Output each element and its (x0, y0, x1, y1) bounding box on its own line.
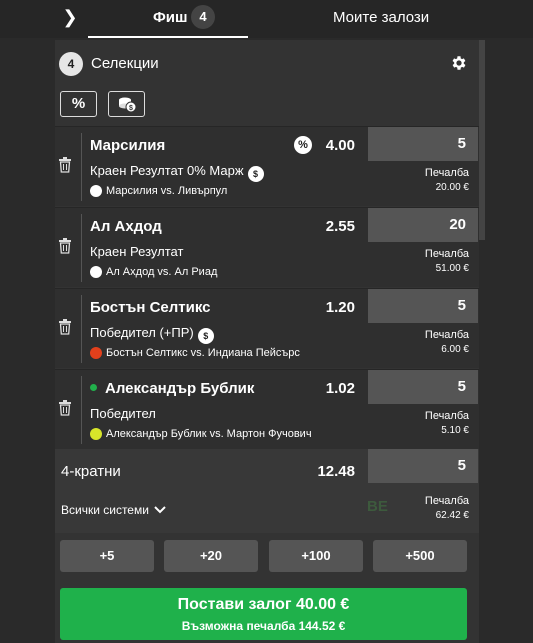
divider (81, 133, 82, 201)
selection-event: Ал Ахдод vs. Ал Риад (90, 266, 217, 278)
selection-event: Александър Бублик vs. Мартон Фучович (90, 428, 312, 440)
selection-event: Марсилия vs. Ливърпул (90, 185, 227, 197)
bet-slip-panel: 4 Селекции % $ Марсилия % 4.00 Краен Рез… (55, 40, 479, 643)
selection-market-text: Победител (90, 406, 156, 421)
basketball-icon (90, 347, 102, 359)
tab-bet-slip[interactable]: Фиш 4 (88, 0, 248, 38)
possible-win-label: Възможна печалба 144.52 € (181, 619, 346, 633)
selection-name: Ал Ахдод (90, 218, 162, 235)
selection-event-text: Марсилия vs. Ливърпул (106, 185, 228, 197)
coins-button[interactable]: $ (108, 91, 145, 117)
bet-selection-row: Бостън Селтикс 1.20 Победител (+ПР) $ Бос… (55, 288, 479, 368)
win-label: Печалба (424, 248, 469, 260)
stake-input[interactable]: 5 (368, 289, 478, 323)
gear-icon[interactable] (450, 54, 468, 72)
selection-event-text: Александър Бублик vs. Мартон Фучович (106, 428, 312, 440)
selection-odds: 1.20 (325, 299, 355, 316)
bet-selection-row: Александър Бублик 1.02 Победител Алексан… (55, 369, 479, 449)
tab-my-bets[interactable]: Моите залози (248, 0, 474, 38)
selection-event-text: Ал Ахдод vs. Ал Риад (106, 266, 218, 278)
quick-stake-500-button[interactable]: +500 (373, 540, 467, 572)
selection-odds: 2.55 (325, 218, 355, 235)
selection-event: Бостън Селтикс vs. Индиана Пейсърс (90, 347, 300, 359)
top-bar: ❯ Фиш 4 Моите залози (0, 0, 533, 38)
selection-event-text: Бостън Селтикс vs. Индиана Пейсърс (106, 347, 300, 359)
chevron-right-icon[interactable]: ❯ (60, 7, 80, 27)
bet-selection-row: Марсилия % 4.00 Краен Резултат 0% Марж $ … (55, 126, 479, 206)
multiple-bet-win-value: 62.42 € (435, 510, 469, 521)
chevron-down-icon (154, 506, 166, 514)
trash-icon[interactable] (58, 238, 72, 254)
selection-market: Краен Резултат (90, 244, 183, 259)
tab-bet-slip-label: Фиш (153, 9, 188, 26)
quick-stake-5-button[interactable]: +5 (60, 540, 154, 572)
tab-my-bets-label: Моите залози (333, 9, 430, 26)
bet-slip-count-badge: 4 (191, 5, 215, 29)
quick-stake-100-button[interactable]: +100 (269, 540, 363, 572)
coin-badge-icon: $ (197, 328, 214, 344)
football-icon (90, 266, 102, 278)
trash-icon[interactable] (58, 400, 72, 416)
win-value: 5.10 € (441, 425, 469, 436)
stake-input[interactable]: 5 (368, 127, 478, 161)
selection-odds: 4.00 (325, 137, 355, 154)
trash-icon[interactable] (58, 319, 72, 335)
win-value: 6.00 € (441, 344, 469, 355)
stake-input[interactable]: 5 (368, 370, 478, 404)
selection-name-text: Бостън Селтикс (90, 299, 211, 316)
selection-odds: 1.02 (325, 380, 355, 397)
tennis-icon (90, 428, 102, 440)
multiple-bet-title: 4-кратни (61, 463, 121, 480)
quick-stake-20-button[interactable]: +20 (164, 540, 258, 572)
multiple-bet-row: 4-кратни 12.48 5 Всички системи BE Печал… (55, 449, 479, 533)
multiple-bet-stake-input[interactable]: 5 (368, 449, 478, 483)
selection-market: Победител (90, 406, 156, 421)
percent-boost-icon: % (294, 136, 312, 154)
selections-title: Селекции (91, 55, 159, 72)
percent-boost-button[interactable]: % (60, 91, 97, 117)
selection-market-text: Краен Резултат 0% Марж (90, 163, 244, 178)
divider (81, 295, 82, 363)
multiple-bet-win-label: Печалба (424, 495, 469, 507)
be-logo-text: BE (367, 498, 388, 515)
football-icon (90, 185, 102, 197)
all-systems-label: Всички системи (61, 503, 149, 517)
win-label: Печалба (424, 329, 469, 341)
selection-market: Краен Резултат 0% Марж $ (90, 163, 264, 182)
place-bet-button[interactable]: Постави залог 40.00 € Възможна печалба 1… (60, 588, 467, 640)
selection-name-text: Ал Ахдод (90, 218, 162, 235)
stake-input[interactable]: 20 (368, 208, 478, 242)
selection-name: Марсилия (90, 137, 165, 154)
percent-boost-label: % (71, 95, 86, 112)
win-label: Печалба (424, 167, 469, 179)
selections-count-badge: 4 (59, 52, 83, 76)
selections-header: 4 Селекции (55, 40, 479, 88)
scrollbar[interactable] (479, 40, 485, 240)
win-value: 20.00 € (435, 182, 469, 193)
multiple-bet-odds: 12.48 (317, 463, 355, 480)
selection-name: Бостън Селтикс (90, 299, 211, 316)
svg-text:$: $ (129, 105, 133, 112)
win-value: 51.00 € (435, 263, 469, 274)
coin-badge-icon: $ (247, 166, 264, 182)
live-indicator (90, 384, 97, 391)
selection-name: Александър Бублик (90, 380, 254, 397)
selection-market-text: Краен Резултат (90, 244, 184, 259)
divider (81, 376, 82, 444)
selection-market: Победител (+ПР) $ (90, 325, 214, 344)
selection-market-text: Победител (+ПР) (90, 325, 194, 340)
selection-name-text: Александър Бублик (105, 380, 255, 397)
coins-icon: $ (118, 97, 136, 113)
win-label: Печалба (424, 410, 469, 422)
divider (81, 214, 82, 282)
selection-name-text: Марсилия (90, 137, 166, 154)
trash-icon[interactable] (58, 157, 72, 173)
place-bet-label: Постави залог 40.00 € (177, 596, 350, 613)
all-systems-toggle[interactable]: Всички системи (61, 503, 167, 517)
be-logo: BE (367, 498, 388, 515)
bet-selection-row: Ал Ахдод 2.55 Краен Резултат Ал Ахдод vs… (55, 207, 479, 287)
